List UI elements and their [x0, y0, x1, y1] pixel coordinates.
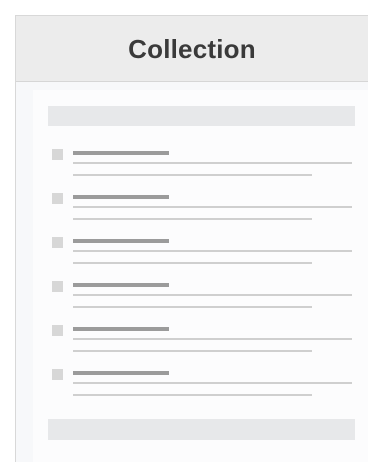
item-checkbox[interactable] — [52, 149, 63, 160]
item-text-placeholder — [73, 206, 352, 208]
item-text-placeholder — [73, 394, 312, 396]
list-item[interactable] — [52, 193, 368, 227]
list-item[interactable] — [52, 237, 368, 271]
panel-title: Collection — [128, 34, 256, 64]
item-checkbox[interactable] — [52, 325, 63, 336]
item-checkbox[interactable] — [52, 237, 63, 248]
item-checkbox[interactable] — [52, 193, 63, 204]
list-item[interactable] — [52, 149, 368, 183]
collection-content — [33, 90, 368, 462]
collection-panel: Collection — [15, 15, 368, 462]
item-text-placeholder — [73, 338, 352, 340]
item-text-placeholder — [73, 382, 352, 384]
item-text-placeholder — [73, 350, 312, 352]
item-text-placeholder — [73, 174, 312, 176]
item-title-placeholder — [73, 327, 169, 331]
item-text-placeholder — [73, 162, 352, 164]
item-checkbox[interactable] — [52, 281, 63, 292]
list-item[interactable] — [52, 325, 368, 359]
item-title-placeholder — [73, 151, 169, 155]
item-text-placeholder — [73, 250, 352, 252]
item-title-placeholder — [73, 283, 169, 287]
top-placeholder-bar — [48, 106, 355, 126]
item-text-placeholder — [73, 306, 312, 308]
list-item[interactable] — [52, 369, 368, 403]
item-title-placeholder — [73, 239, 169, 243]
item-text-placeholder — [73, 218, 312, 220]
item-text-placeholder — [73, 294, 352, 296]
item-checkbox[interactable] — [52, 369, 63, 380]
item-title-placeholder — [73, 195, 169, 199]
bottom-placeholder-bar — [48, 419, 355, 440]
list-item[interactable] — [52, 281, 368, 315]
item-title-placeholder — [73, 371, 169, 375]
item-text-placeholder — [73, 262, 312, 264]
panel-header: Collection — [16, 16, 368, 82]
